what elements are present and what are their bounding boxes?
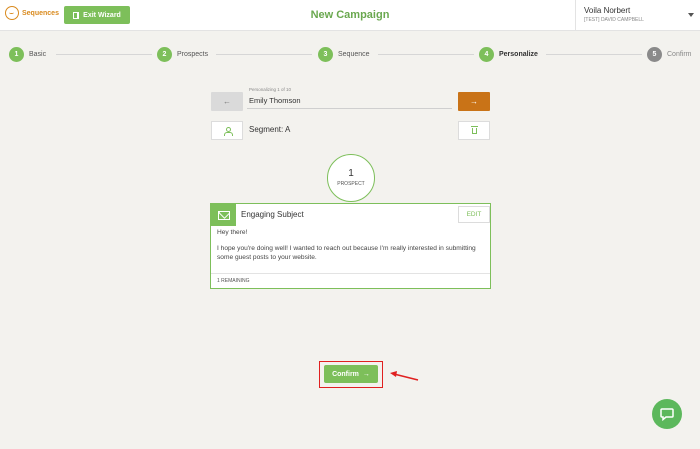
trash-icon bbox=[470, 125, 478, 134]
email-subject: Engaging Subject bbox=[241, 210, 304, 219]
step-number: 1 bbox=[9, 47, 24, 62]
step-label: Basic bbox=[29, 51, 47, 58]
segment-icon-box bbox=[211, 121, 243, 140]
prospect-count-label: PROSPECT bbox=[337, 181, 365, 187]
email-card: Engaging Subject EDIT Hey there! I hope … bbox=[210, 203, 491, 289]
user-name[interactable]: Voila Norbert bbox=[584, 6, 630, 15]
arrow-right-icon: → bbox=[362, 370, 370, 378]
step-label: Personalize bbox=[499, 51, 538, 58]
prospect-name-field[interactable]: Emily Thomson bbox=[249, 96, 301, 105]
step-connector bbox=[56, 54, 152, 55]
wizard-steps: 1 Basic 2 Prospects 3 Sequence 4 Persona… bbox=[0, 47, 700, 63]
step-number: 5 bbox=[647, 47, 662, 62]
step-label: Confirm bbox=[667, 51, 692, 58]
chat-button[interactable] bbox=[652, 399, 682, 429]
caret-down-icon[interactable] bbox=[688, 13, 694, 17]
annotation-arrow-icon bbox=[390, 371, 419, 381]
arrow-left-icon: ← bbox=[223, 97, 231, 106]
email-greeting: Hey there! bbox=[217, 229, 248, 236]
edit-email-button[interactable]: EDIT bbox=[458, 206, 490, 223]
user-account-label[interactable]: [TEST] DAVID CAMPBELL bbox=[584, 17, 644, 23]
segment-label: Segment: A bbox=[249, 125, 291, 134]
email-body-text: I hope you're doing well! I wanted to re… bbox=[217, 244, 476, 262]
brand-logo-icon[interactable] bbox=[5, 6, 19, 20]
confirm-label: Confirm bbox=[332, 370, 359, 378]
step-number: 2 bbox=[157, 47, 172, 62]
step-label: Prospects bbox=[177, 51, 209, 58]
email-icon-box bbox=[211, 204, 236, 226]
prospect-count-badge: 1 PROSPECT bbox=[327, 154, 375, 202]
personalizing-counter: Personalizing 1 of 10 bbox=[249, 87, 292, 92]
step-connector bbox=[546, 54, 642, 55]
email-body: Hey there! I hope you're doing well! I w… bbox=[217, 228, 487, 269]
user-divider bbox=[575, 0, 576, 31]
card-divider bbox=[211, 273, 490, 274]
delete-button[interactable] bbox=[458, 121, 490, 140]
envelope-icon bbox=[217, 210, 230, 220]
chat-bubble-icon bbox=[660, 408, 674, 422]
step-basic[interactable]: 1 Basic bbox=[9, 47, 46, 62]
step-personalize[interactable]: 4 Personalize bbox=[479, 47, 538, 62]
top-bar: Sequences Exit Wizard New Campaign Voila… bbox=[0, 0, 700, 31]
exit-wizard-button[interactable]: Exit Wizard bbox=[64, 6, 130, 24]
step-label: Sequence bbox=[338, 51, 370, 58]
step-number: 3 bbox=[318, 47, 333, 62]
confirm-button[interactable]: Confirm → bbox=[324, 365, 378, 383]
brand-label[interactable]: Sequences bbox=[22, 10, 59, 17]
step-connector bbox=[378, 54, 474, 55]
next-prospect-button[interactable]: → bbox=[458, 92, 490, 111]
exit-wizard-label: Exit Wizard bbox=[83, 11, 121, 19]
step-sequence[interactable]: 3 Sequence bbox=[318, 47, 370, 62]
step-confirm[interactable]: 5 Confirm bbox=[647, 47, 692, 62]
prospect-count: 1 bbox=[348, 168, 354, 179]
arrow-right-icon: → bbox=[470, 97, 478, 106]
prospect-name-underline bbox=[247, 108, 452, 109]
step-number: 4 bbox=[479, 47, 494, 62]
remaining-count: 1 REMAINING bbox=[217, 278, 250, 284]
step-connector bbox=[216, 54, 312, 55]
door-icon bbox=[73, 11, 80, 19]
person-icon bbox=[223, 126, 233, 136]
previous-prospect-button[interactable]: ← bbox=[211, 92, 243, 111]
step-prospects[interactable]: 2 Prospects bbox=[157, 47, 208, 62]
